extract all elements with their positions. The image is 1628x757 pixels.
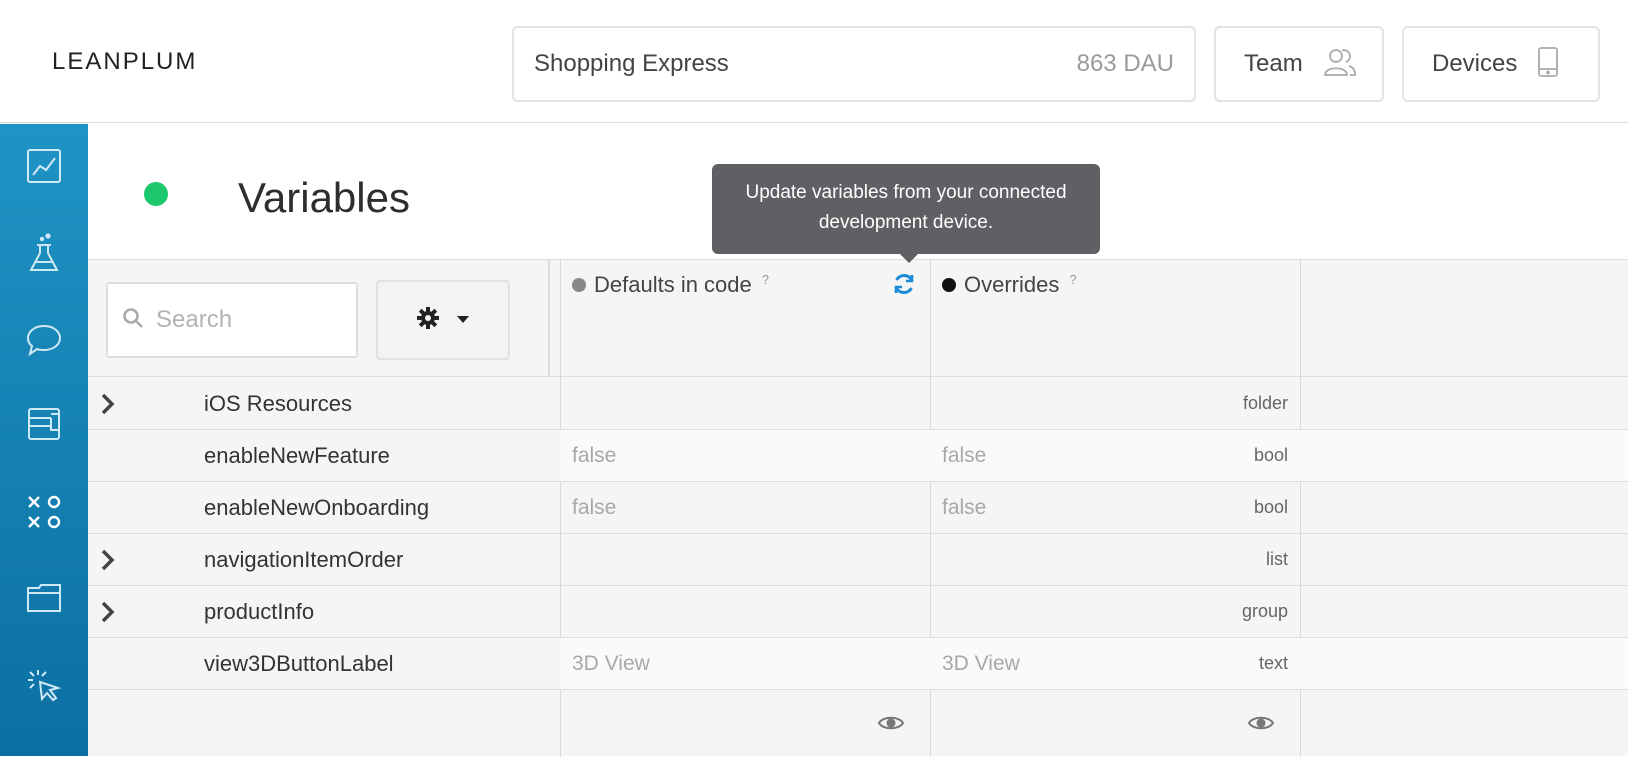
table-row[interactable]: text view3DButtonLabel 3D View 3D View — [88, 638, 1628, 690]
variable-type: list — [1266, 549, 1288, 569]
overrides-column-header: Overrides ? — [942, 272, 1077, 298]
dau-count: 863 DAU — [1076, 50, 1174, 77]
caret-down-icon — [457, 311, 469, 329]
phone-device-icon — [1537, 46, 1559, 82]
page-title: Variables — [238, 174, 410, 221]
variable-name: productInfo — [204, 598, 315, 624]
defaults-column-label: Defaults in code — [594, 272, 752, 297]
sidebar-item-ab-tests[interactable] — [20, 230, 68, 278]
status-indicator — [144, 182, 168, 206]
variable-name: enableNewOnboarding — [204, 494, 430, 520]
app-name: Shopping Express — [534, 50, 729, 77]
devices-button[interactable]: Devices — [1402, 26, 1600, 102]
override-value[interactable]: false — [942, 482, 986, 533]
variable-name: view3DButtonLabel — [204, 650, 394, 676]
refresh-icon — [892, 273, 916, 300]
default-value: false — [572, 495, 617, 519]
tooltip-text: Update variables from your connected dev… — [745, 182, 1067, 233]
variables-table: Defaults in code ? Overrides ? — [88, 259, 1628, 757]
campaign-icon — [26, 406, 62, 447]
team-users-icon — [1323, 47, 1357, 82]
override-value[interactable]: false — [942, 430, 986, 481]
defaults-help-icon[interactable]: ? — [762, 272, 769, 287]
override-value[interactable]: 3D View — [942, 638, 1020, 689]
app-selector[interactable]: Shopping Express 863 DAU — [512, 26, 1196, 102]
eye-icon[interactable] — [1247, 715, 1275, 736]
overrides-column-label: Overrides — [964, 272, 1060, 297]
table-row[interactable]: group productInfo — [88, 586, 1628, 638]
team-button[interactable]: Team — [1214, 26, 1384, 102]
sidebar-item-files[interactable] — [20, 576, 68, 624]
table-row[interactable]: bool enableNewOnboarding false false — [88, 482, 1628, 534]
chevron-right-icon[interactable] — [100, 548, 120, 572]
eye-icon[interactable] — [877, 715, 905, 736]
chevron-right-icon[interactable] — [100, 600, 120, 624]
sidebar-nav — [0, 124, 88, 756]
overrides-help-icon[interactable]: ? — [1069, 272, 1076, 287]
sidebar-item-campaigns[interactable] — [20, 402, 68, 450]
messaging-bubble-icon — [26, 323, 62, 362]
refresh-variables-button[interactable] — [892, 272, 916, 301]
variable-type: bool — [1253, 497, 1288, 517]
settings-dropdown-button[interactable] — [376, 280, 510, 360]
variables-icon — [26, 494, 62, 535]
search-field[interactable] — [106, 282, 358, 358]
interface-editor-icon — [26, 668, 62, 709]
refresh-tooltip: Update variables from your connected dev… — [712, 164, 1100, 263]
defaults-column-header: Defaults in code ? — [572, 272, 769, 298]
tooltip-arrow — [900, 254, 918, 263]
column-divider — [548, 260, 550, 377]
chevron-right-icon[interactable] — [100, 392, 120, 416]
table-row[interactable]: folder iOS Resources — [88, 378, 1628, 430]
variable-type: bool — [1253, 445, 1288, 465]
main-content: Variables Search Defaults in code ? Over… — [88, 124, 1628, 757]
sidebar-item-analytics[interactable] — [20, 144, 68, 192]
top-header: LEANPLUM Shopping Express 863 DAU Team D… — [0, 0, 1628, 123]
leanplum-logo[interactable]: LEANPLUM — [52, 48, 197, 76]
devices-label: Devices — [1432, 50, 1518, 77]
files-folder-icon — [26, 582, 62, 619]
variable-name: iOS Resources — [204, 390, 352, 416]
analytics-icon — [26, 148, 62, 189]
variable-type: group — [1241, 601, 1288, 621]
table-header: Defaults in code ? Overrides ? — [88, 260, 1628, 377]
sidebar-item-variables[interactable] — [20, 490, 68, 538]
default-value: 3D View — [572, 651, 650, 675]
search-icon — [122, 307, 144, 334]
variable-name: enableNewFeature — [204, 442, 390, 468]
defaults-dot — [572, 278, 586, 292]
sidebar-item-interface-editor[interactable] — [20, 664, 68, 712]
search-input[interactable] — [156, 306, 336, 334]
gear-icon — [417, 306, 439, 334]
table-row[interactable]: list navigationItemOrder — [88, 534, 1628, 586]
overrides-dot — [942, 278, 956, 292]
table-footer — [88, 695, 1628, 757]
variable-name: navigationItemOrder — [204, 546, 404, 572]
sidebar-item-messaging[interactable] — [20, 318, 68, 366]
variable-type: text — [1258, 653, 1288, 673]
table-row[interactable]: bool enableNewFeature false false — [88, 430, 1628, 482]
default-value: false — [572, 443, 617, 467]
variable-type: folder — [1242, 393, 1288, 413]
team-label: Team — [1244, 50, 1303, 77]
ab-test-flask-icon — [27, 231, 61, 278]
